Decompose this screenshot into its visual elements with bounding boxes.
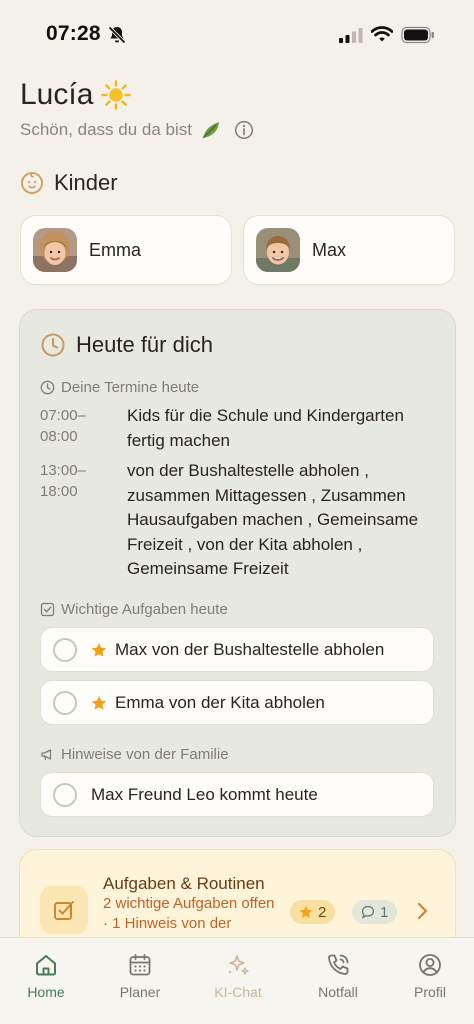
task-item[interactable]: Emma von der Kita abholen [40, 680, 434, 725]
signal-icon [339, 28, 363, 43]
kinder-header: Kinder [20, 170, 118, 196]
greeting-subtitle: Schön, dass du da bist [20, 120, 254, 140]
battery-icon [401, 26, 434, 44]
note-item[interactable]: Max Freund Leo kommt heute [40, 772, 434, 817]
tab-bar: Home Planer KI-Chat Notfall Profil [0, 937, 474, 1024]
tab-profil[interactable]: Profil [390, 952, 470, 1000]
today-title: Heute für dich [76, 332, 213, 357]
note-checkbox[interactable] [53, 782, 77, 807]
child-card-emma[interactable]: Emma [20, 215, 232, 285]
comment-count-badge: 1 [352, 900, 398, 924]
sun-icon [101, 80, 132, 110]
appointments-label-text: Deine Termine heute [61, 379, 200, 396]
tab-label: Profil [414, 984, 446, 1000]
notes-label-text: Hinweise von der Familie [61, 746, 229, 763]
leaf-icon [202, 122, 220, 139]
appointment-time: 07:00– 08:00 [40, 405, 110, 447]
appointment-time: 13:00– 18:00 [40, 460, 110, 502]
appointment-text: von der Bushaltestelle abholen , zusamme… [127, 461, 419, 578]
task-text: Max von der Bushaltestelle abholen [115, 639, 385, 659]
star-icon [91, 642, 107, 657]
star-icon [91, 695, 107, 710]
comment-icon [361, 905, 375, 919]
appointment-time-start: 07:00– [40, 407, 86, 424]
kinder-title: Kinder [54, 170, 118, 195]
bell-off-icon [108, 26, 126, 44]
task-checkbox[interactable] [53, 690, 77, 715]
task-text: Emma von der Kita abholen [115, 692, 325, 712]
routines-title: Aufgaben & Routinen [103, 874, 265, 893]
appointment-text: Kids für die Schule und Kindergarten fer… [127, 406, 404, 450]
wifi-icon [371, 26, 393, 42]
megaphone-icon [41, 749, 52, 761]
tab-label: KI-Chat [214, 984, 262, 1000]
tab-label: Notfall [318, 984, 358, 1000]
user-name: Lucía [20, 78, 94, 111]
info-icon[interactable] [234, 120, 254, 140]
avatar [256, 228, 300, 272]
subtitle-text: Schön, dass du da bist [20, 120, 193, 139]
sparkles-icon [228, 955, 249, 975]
today-panel: Heute für dich Deine Termine heute 07:00… [19, 309, 456, 837]
checkbox-icon [40, 602, 55, 617]
today-header: Heute für dich [40, 332, 213, 358]
page-title: Lucía [20, 78, 132, 112]
tab-ki-chat[interactable]: KI-Chat [198, 952, 278, 1000]
star-count-badge: 2 [290, 900, 336, 924]
tab-notfall[interactable]: Notfall [298, 952, 378, 1000]
clock-icon [40, 380, 55, 395]
clock-icon [41, 333, 65, 357]
tab-label: Home [27, 984, 65, 1000]
appointment-time-end: 18:00 [40, 483, 78, 500]
chevron-right-icon[interactable] [416, 902, 428, 920]
avatar [33, 228, 77, 272]
status-bar: 07:28 [0, 0, 474, 70]
tab-planer[interactable]: Planer [100, 952, 180, 1000]
star-count: 2 [318, 903, 327, 921]
home-icon [36, 955, 56, 976]
user-circle-icon [419, 954, 441, 976]
checklist-icon [54, 901, 74, 920]
notes-label: Hinweise von der Familie [40, 746, 229, 763]
routines-icon-box [40, 886, 88, 934]
task-item[interactable]: Max von der Bushaltestelle abholen [40, 627, 434, 672]
task-checkbox[interactable] [53, 637, 77, 662]
comment-count: 1 [380, 903, 389, 921]
child-card-max[interactable]: Max [243, 215, 455, 285]
tab-home[interactable]: Home [6, 952, 86, 1000]
appointments-label: Deine Termine heute [40, 379, 199, 396]
star-icon [299, 905, 313, 918]
note-text: Max Freund Leo kommt heute [91, 784, 318, 804]
status-time: 07:28 [46, 22, 101, 45]
tab-label: Planer [119, 984, 161, 1000]
phone-call-icon [328, 954, 349, 975]
appointment-time-end: 08:00 [40, 428, 78, 445]
baby-face-icon [21, 172, 43, 194]
tasks-label-text: Wichtige Aufgaben heute [61, 601, 228, 618]
child-name: Max [312, 239, 347, 260]
child-name: Emma [89, 239, 142, 260]
calendar-icon [129, 954, 151, 976]
appointment-time-start: 13:00– [40, 462, 86, 479]
tasks-label: Wichtige Aufgaben heute [40, 601, 228, 618]
